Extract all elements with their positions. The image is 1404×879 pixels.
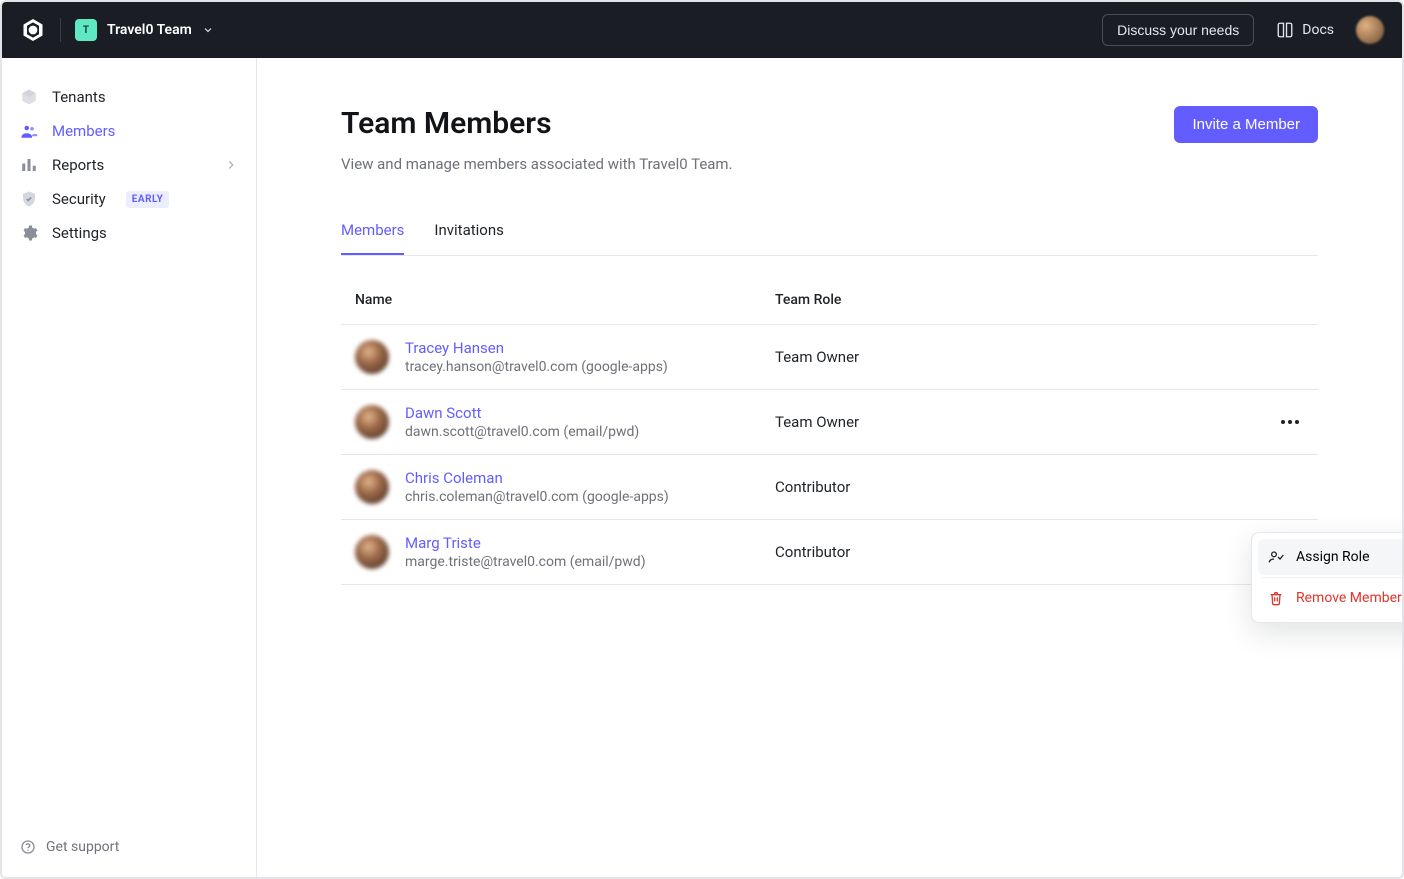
- bar-chart-icon: [20, 156, 38, 174]
- row-context-menu: Assign Role Remove Member: [1251, 532, 1404, 623]
- discuss-needs-button[interactable]: Discuss your needs: [1102, 14, 1254, 46]
- tab-members[interactable]: Members: [341, 221, 404, 255]
- sidebar-item-label: Reports: [52, 156, 104, 174]
- member-avatar: [355, 340, 389, 374]
- sidebar: Tenants Members Reports: [2, 58, 257, 877]
- table-row: Marg Triste marge.triste@travel0.com (em…: [341, 520, 1318, 585]
- member-email: dawn.scott@travel0.com (email/pwd): [405, 424, 639, 440]
- table-row: Chris Coleman chris.coleman@travel0.com …: [341, 455, 1318, 520]
- app-header: T Travel0 Team Discuss your needs Docs: [2, 2, 1402, 58]
- member-role: Team Owner: [775, 413, 1244, 431]
- member-avatar: [355, 535, 389, 569]
- team-badge: T: [75, 19, 97, 41]
- help-circle-icon: [20, 839, 36, 855]
- user-check-icon: [1268, 549, 1284, 565]
- team-switcher[interactable]: T Travel0 Team: [75, 19, 214, 41]
- sidebar-item-tenants[interactable]: Tenants: [12, 80, 246, 114]
- sidebar-item-label: Security: [52, 190, 106, 208]
- column-role: Team Role: [775, 292, 1244, 308]
- assign-role-label: Assign Role: [1296, 549, 1370, 565]
- shield-check-icon: [20, 190, 38, 208]
- invite-member-button[interactable]: Invite a Member: [1174, 106, 1318, 143]
- sidebar-item-reports[interactable]: Reports: [12, 148, 246, 182]
- members-table: Name Team Role Tracey Hansen tracey.hans…: [341, 276, 1318, 585]
- member-avatar: [355, 470, 389, 504]
- user-avatar[interactable]: [1356, 16, 1384, 44]
- trash-icon: [1268, 590, 1284, 606]
- sidebar-item-label: Settings: [52, 224, 107, 242]
- remove-member-menu-item[interactable]: Remove Member: [1258, 580, 1404, 616]
- cube-icon: [20, 88, 38, 106]
- member-role: Contributor: [775, 478, 1244, 496]
- table-row: Dawn Scott dawn.scott@travel0.com (email…: [341, 390, 1318, 455]
- sidebar-item-label: Members: [52, 122, 115, 140]
- assign-role-menu-item[interactable]: Assign Role: [1258, 539, 1404, 575]
- page-title: Team Members: [341, 106, 733, 141]
- app-logo-icon: [20, 17, 46, 43]
- sidebar-item-settings[interactable]: Settings: [12, 216, 246, 250]
- gear-icon: [20, 224, 38, 242]
- main-content: Team Members View and manage members ass…: [257, 58, 1402, 877]
- support-label: Get support: [46, 839, 119, 855]
- tab-invitations[interactable]: Invitations: [434, 221, 503, 255]
- chevron-down-icon: [202, 24, 214, 36]
- table-row: Tracey Hansen tracey.hanson@travel0.com …: [341, 325, 1318, 390]
- member-role: Contributor: [775, 543, 1244, 561]
- early-badge: EARLY: [126, 191, 170, 208]
- member-avatar: [355, 405, 389, 439]
- sidebar-item-members[interactable]: Members: [12, 114, 246, 148]
- menu-divider: [1262, 577, 1404, 578]
- row-actions-button[interactable]: [1276, 408, 1304, 436]
- member-email: marge.triste@travel0.com (email/pwd): [405, 554, 646, 570]
- sidebar-item-security[interactable]: Security EARLY: [12, 182, 246, 216]
- book-icon: [1276, 21, 1294, 39]
- people-icon: [20, 122, 38, 140]
- docs-link[interactable]: Docs: [1276, 21, 1334, 39]
- sidebar-item-label: Tenants: [52, 88, 106, 106]
- member-name-link[interactable]: Dawn Scott: [405, 404, 639, 422]
- member-name-link[interactable]: Marg Triste: [405, 534, 646, 552]
- remove-member-label: Remove Member: [1296, 590, 1402, 606]
- member-email: tracey.hanson@travel0.com (google-apps): [405, 359, 668, 375]
- member-role: Team Owner: [775, 348, 1244, 366]
- member-name-link[interactable]: Tracey Hansen: [405, 339, 668, 357]
- page-subtitle: View and manage members associated with …: [341, 155, 733, 173]
- member-name-link[interactable]: Chris Coleman: [405, 469, 669, 487]
- table-header: Name Team Role: [341, 276, 1318, 325]
- tabs: Members Invitations: [341, 221, 1318, 256]
- docs-label: Docs: [1302, 22, 1334, 38]
- get-support-link[interactable]: Get support: [12, 831, 246, 863]
- member-email: chris.coleman@travel0.com (google-apps): [405, 489, 669, 505]
- column-name: Name: [355, 292, 775, 308]
- chevron-right-icon: [224, 158, 238, 172]
- team-name: Travel0 Team: [107, 22, 192, 38]
- header-divider: [60, 18, 61, 42]
